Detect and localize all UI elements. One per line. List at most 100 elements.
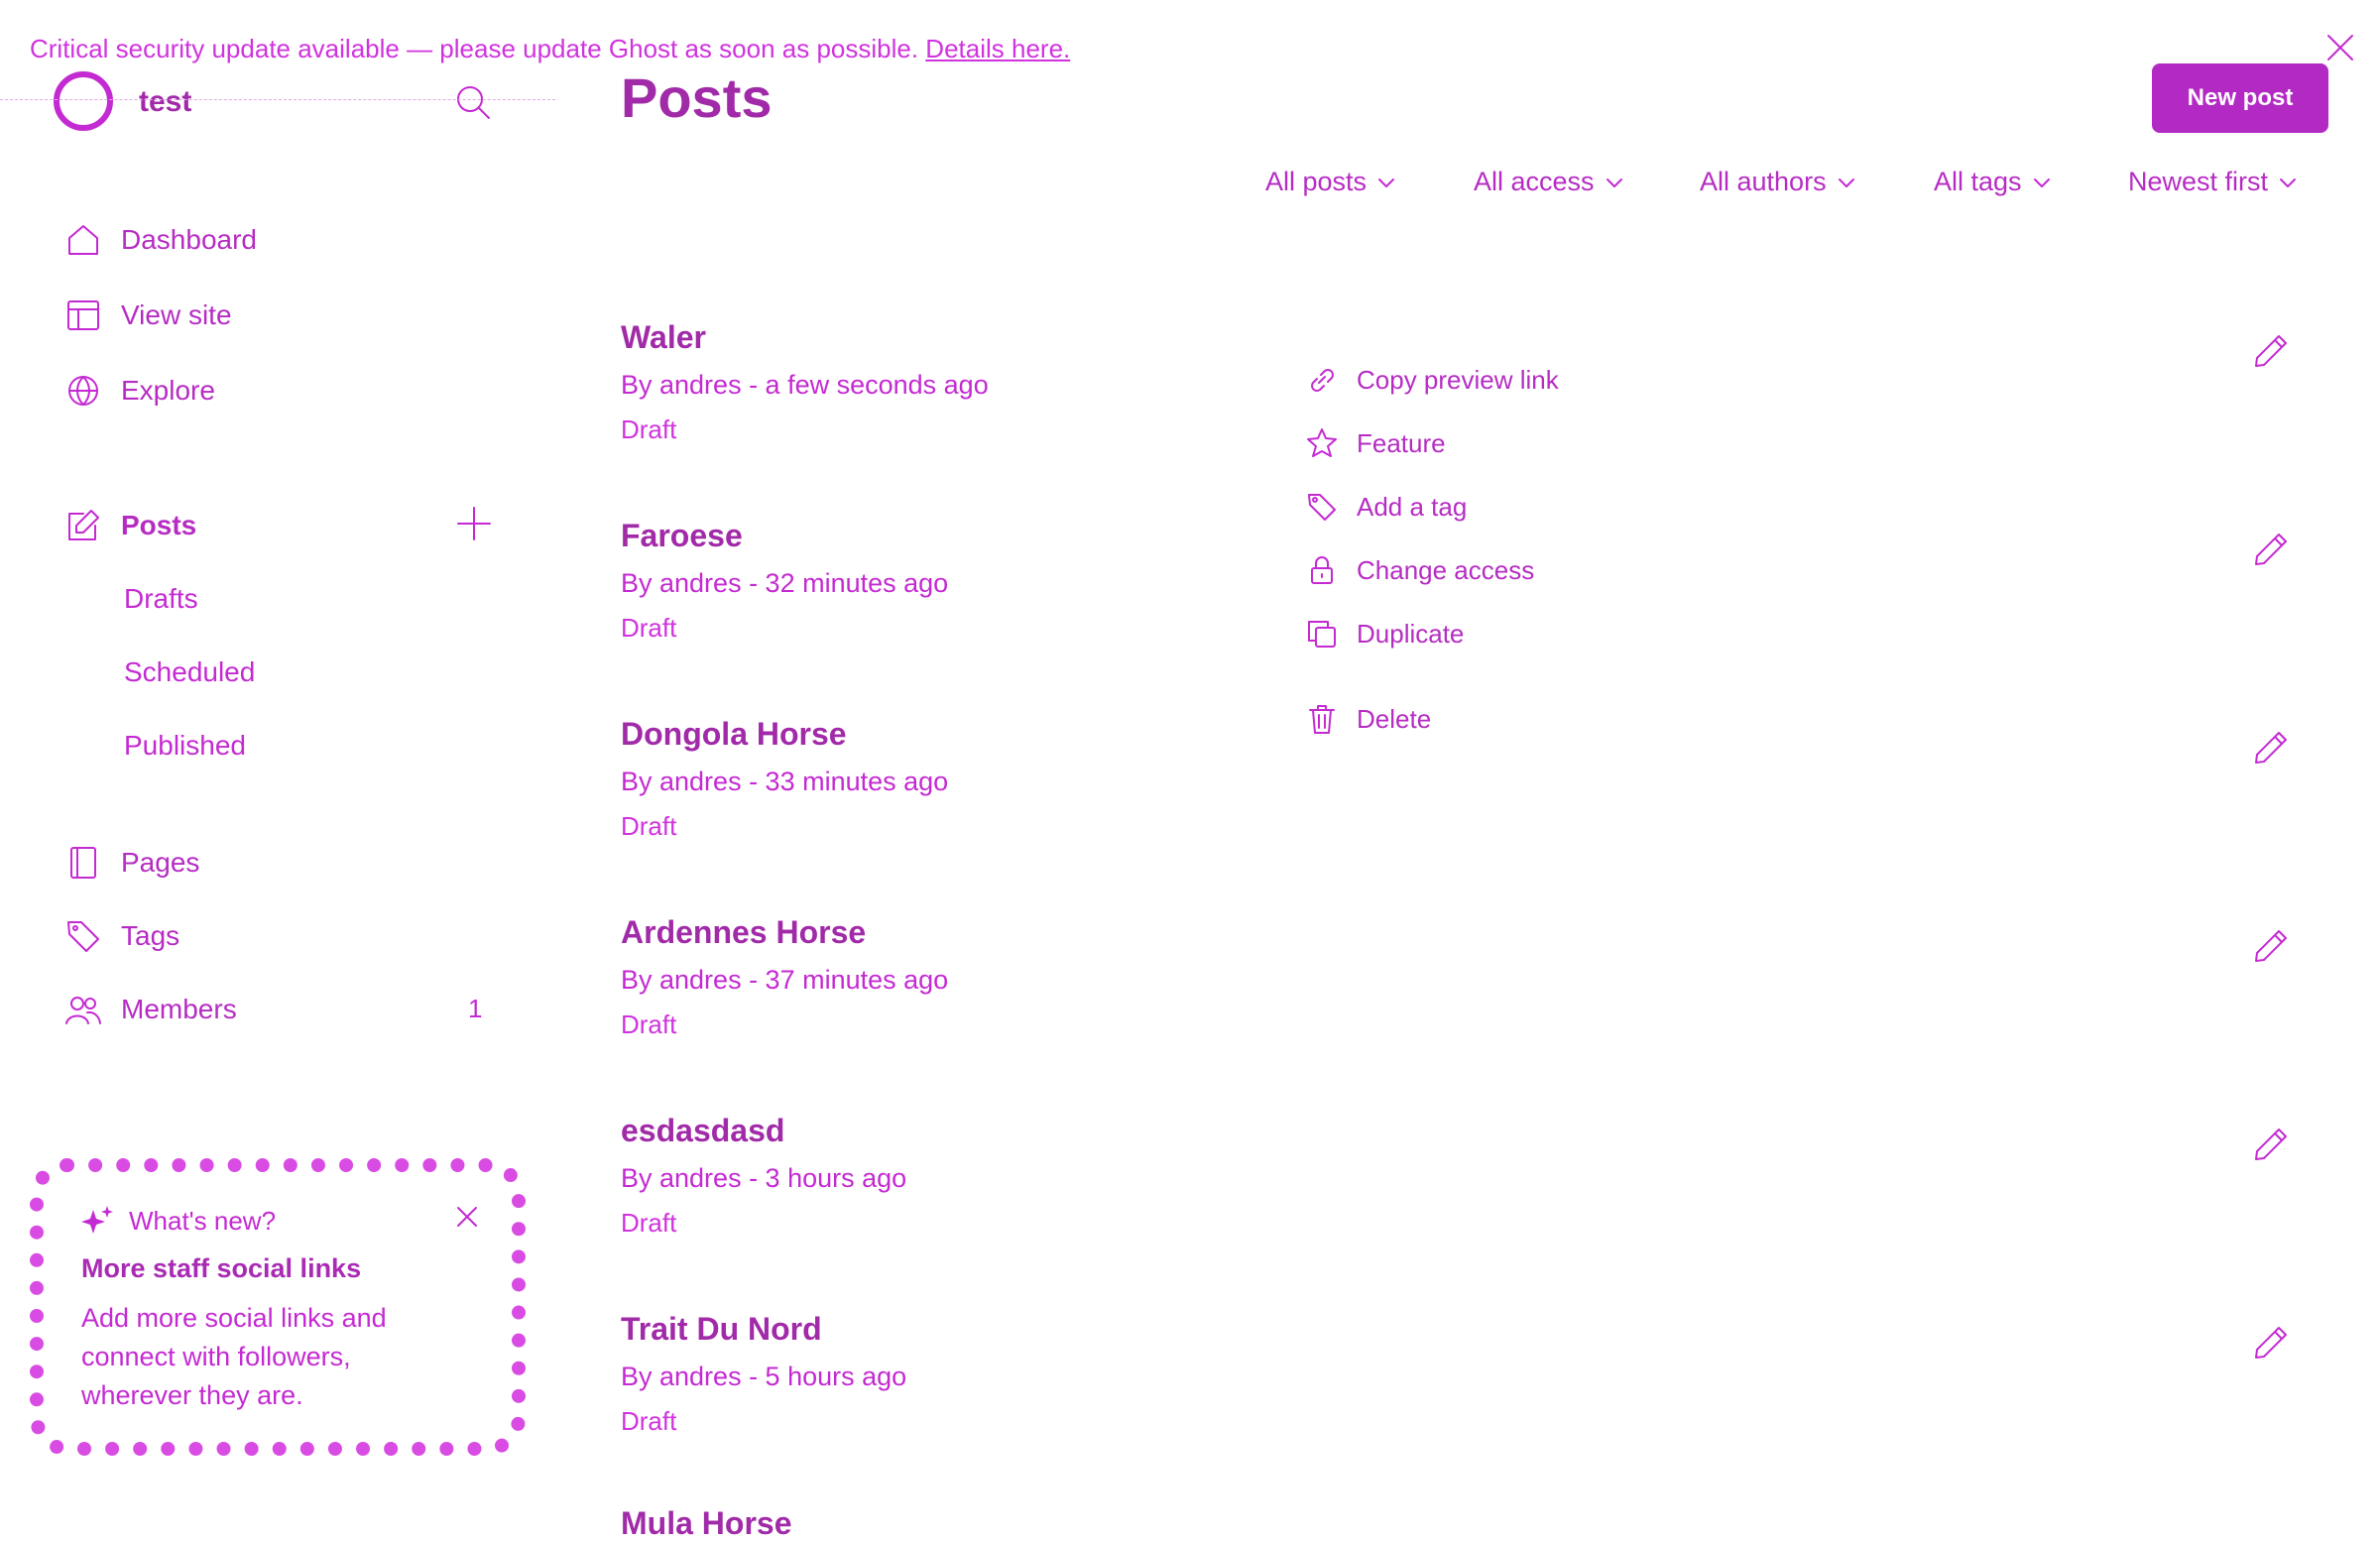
security-banner: Critical security update available — ple… (30, 34, 1070, 64)
post-title: Mula Horse (621, 1505, 792, 1541)
menu-add-tag[interactable]: Add a tag (1305, 490, 1467, 524)
menu-delete[interactable]: Delete (1305, 702, 1431, 736)
sidebar-item-label: View site (121, 299, 232, 330)
menu-item-label: Duplicate (1357, 618, 1465, 649)
post-meta: By andres - 33 minutes ago (621, 767, 949, 796)
banner-message: Critical security update available — ple… (30, 34, 919, 63)
filter-all-posts[interactable]: All posts (1265, 167, 1396, 197)
menu-item-label: Add a tag (1357, 491, 1468, 522)
menu-item-label: Feature (1357, 427, 1446, 458)
trash-icon (1305, 702, 1339, 736)
filter-label: All authors (1700, 167, 1827, 196)
chevron-down-icon (1606, 178, 1622, 187)
site-name[interactable]: test (139, 85, 191, 119)
post-title: esdasdasd (621, 1113, 785, 1148)
pencil-icon[interactable] (2251, 728, 2291, 768)
members-count-badge: 1 (468, 994, 483, 1023)
whats-new-body: Add more social links and connect with f… (81, 1303, 387, 1410)
post-status: Draft (621, 1009, 677, 1039)
sidebar-item-label: Explore (121, 375, 215, 406)
search-icon[interactable] (454, 83, 492, 121)
post-title: Ardennes Horse (621, 914, 867, 950)
post-row[interactable]: Ardennes Horse By andres - 37 minutes ag… (621, 914, 948, 1040)
post-row[interactable]: Dongola Horse By andres - 33 minutes ago… (621, 716, 948, 842)
post-status: Draft (621, 613, 677, 643)
link-icon (1305, 363, 1339, 397)
post-row[interactable]: Waler By andres - a few seconds ago Draf… (621, 319, 989, 445)
filter-label: Newest first (2128, 167, 2269, 196)
chevron-down-icon (2033, 178, 2050, 187)
sidebar-subitem-scheduled[interactable]: Scheduled (124, 656, 255, 688)
chevron-down-icon (1378, 178, 1395, 187)
pencil-icon[interactable] (2251, 926, 2291, 966)
post-row[interactable]: esdasdasd By andres - 3 hours ago Draft (621, 1113, 906, 1239)
close-icon[interactable] (2324, 32, 2356, 63)
page-title: Posts (621, 66, 773, 129)
filter-label: All tags (1934, 167, 2022, 196)
sidebar-item-members[interactable]: Members (63, 990, 237, 1029)
whats-new-label: What's new? (129, 1206, 277, 1236)
menu-feature[interactable]: Feature (1305, 426, 1446, 460)
edit-icon (63, 506, 103, 545)
menu-duplicate[interactable]: Duplicate (1305, 617, 1464, 651)
chevron-down-icon (1838, 178, 1854, 187)
members-icon (63, 990, 103, 1029)
pencil-icon[interactable] (2251, 530, 2291, 569)
sidebar-item-posts[interactable]: Posts (63, 506, 196, 545)
filter-label: All posts (1265, 167, 1368, 196)
sparkle-icon (81, 1206, 113, 1234)
post-title: Dongola Horse (621, 716, 847, 752)
sidebar-item-label: Members (121, 994, 237, 1024)
post-status: Draft (621, 811, 677, 841)
menu-change-access[interactable]: Change access (1305, 553, 1534, 587)
menu-copy-preview-link[interactable]: Copy preview link (1305, 363, 1559, 397)
sidebar-item-label: Tags (121, 920, 180, 951)
duplicate-icon (1305, 617, 1339, 651)
plus-icon[interactable] (454, 504, 494, 543)
post-row[interactable]: Faroese By andres - 32 minutes ago Draft (621, 518, 948, 644)
tag-icon (63, 916, 103, 956)
menu-item-label: Copy preview link (1357, 364, 1559, 395)
post-meta: By andres - 32 minutes ago (621, 568, 949, 598)
post-meta: By andres - 37 minutes ago (621, 965, 949, 995)
star-icon (1305, 426, 1339, 460)
page-icon (63, 843, 103, 883)
sidebar-item-label: Posts (121, 510, 197, 540)
sidebar-item-view-site[interactable]: View site (63, 296, 232, 335)
sidebar-subitem-drafts[interactable]: Drafts (124, 583, 198, 615)
header-divider (0, 99, 555, 100)
site-logo[interactable] (54, 71, 113, 131)
close-icon[interactable] (452, 1202, 482, 1232)
lock-icon (1305, 553, 1339, 587)
post-title: Trait Du Nord (621, 1311, 822, 1347)
post-meta: By andres - 3 hours ago (621, 1163, 907, 1193)
sidebar-item-explore[interactable]: Explore (63, 371, 215, 411)
post-status: Draft (621, 1208, 677, 1238)
sidebar-item-pages[interactable]: Pages (63, 843, 199, 883)
post-title: Waler (621, 319, 706, 355)
chevron-down-icon (2280, 178, 2297, 187)
post-row[interactable]: Trait Du Nord By andres - 5 hours ago Dr… (621, 1311, 906, 1437)
new-post-button[interactable]: New post (2152, 63, 2328, 133)
sidebar-subitem-published[interactable]: Published (124, 730, 246, 762)
sidebar-item-dashboard[interactable]: Dashboard (63, 220, 257, 260)
pencil-icon[interactable] (2251, 1125, 2291, 1164)
banner-details-link[interactable]: Details here. (925, 34, 1070, 63)
filter-all-access[interactable]: All access (1474, 167, 1624, 197)
pencil-icon[interactable] (2251, 1323, 2291, 1363)
filter-label: All access (1474, 167, 1595, 196)
whats-new-title: More staff social links (81, 1253, 362, 1283)
post-meta: By andres - a few seconds ago (621, 370, 989, 400)
post-title: Faroese (621, 518, 743, 553)
post-row[interactable]: Mula Horse (621, 1505, 791, 1542)
filter-sort-order[interactable]: Newest first (2128, 167, 2298, 197)
pencil-icon[interactable] (2251, 331, 2291, 371)
post-meta: By andres - 5 hours ago (621, 1362, 907, 1391)
menu-item-label: Change access (1357, 554, 1535, 585)
filter-all-authors[interactable]: All authors (1700, 167, 1856, 197)
menu-item-label: Delete (1357, 703, 1432, 734)
filter-all-tags[interactable]: All tags (1934, 167, 2052, 197)
globe-icon (63, 371, 103, 411)
post-status: Draft (621, 415, 677, 444)
sidebar-item-tags[interactable]: Tags (63, 916, 179, 956)
